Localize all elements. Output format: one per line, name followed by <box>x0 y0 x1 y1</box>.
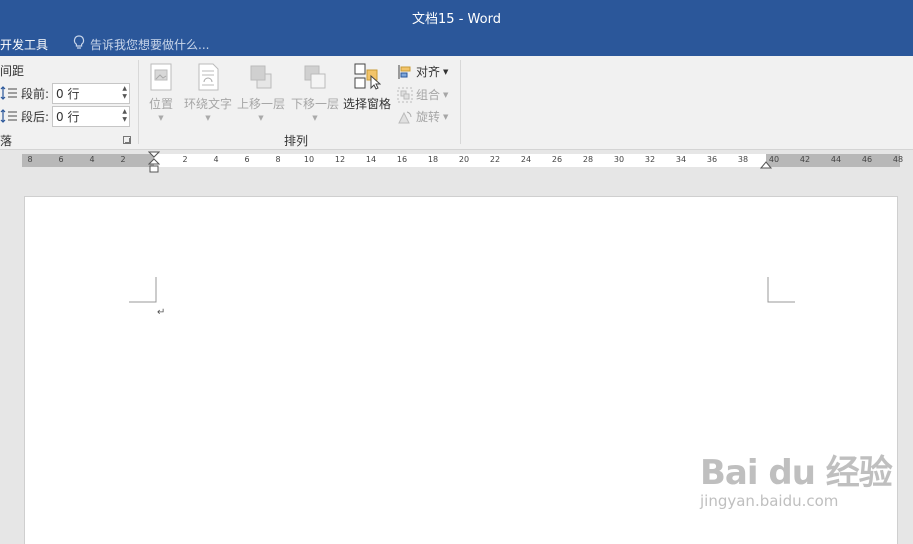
ruler-tick-label: 22 <box>489 155 501 164</box>
group-objects-icon <box>397 87 413 103</box>
spacing-before-row: 段前: 0 行 ▲ ▼ <box>0 83 131 104</box>
ruler-tick-label: 28 <box>582 155 594 164</box>
bring-forward-button[interactable]: 上移一层 ▼ <box>236 62 286 122</box>
ruler-tick-label: 20 <box>458 155 470 164</box>
position-icon <box>147 62 175 92</box>
chevron-down-icon: ▼ <box>158 114 164 122</box>
space-after-label: 段后: <box>21 110 50 124</box>
ruler-tick-label: 38 <box>737 155 749 164</box>
ruler-tick-label: 42 <box>799 155 811 164</box>
position-button[interactable]: 位置 ▼ <box>146 62 176 122</box>
bring-forward-icon <box>247 62 275 92</box>
wrap-text-label: 环绕文字 <box>183 97 232 111</box>
selection-pane-label: 选择窗格 <box>342 97 391 111</box>
send-backward-label: 下移一层 <box>290 97 339 111</box>
baidu-watermark: Bai du 经验 jingyan.baidu.com <box>700 445 893 510</box>
space-after-icon <box>0 108 18 126</box>
wrap-text-icon <box>194 62 222 92</box>
ruler-tick-label: 8 <box>275 155 281 164</box>
space-before-label: 段前: <box>21 87 50 101</box>
space-before-spinner[interactable]: 0 行 ▲ ▼ <box>52 83 131 104</box>
margin-corner-top-left <box>129 277 157 303</box>
ruler-tick-label: 14 <box>365 155 377 164</box>
window-title: 文档15 - Word <box>412 12 501 27</box>
ruler-left-margin <box>22 154 154 167</box>
tell-me-placeholder: 告诉我您想要做什么... <box>90 37 210 52</box>
chevron-down-icon: ▼ <box>312 114 318 122</box>
title-bar: 文档15 - Word <box>0 0 913 32</box>
watermark-url: jingyan.baidu.com <box>700 492 839 510</box>
lightbulb-icon <box>72 35 86 53</box>
ruler-tick-label: 24 <box>520 155 532 164</box>
group-button[interactable]: 组合 ▼ <box>397 86 448 103</box>
position-label: 位置 <box>148 97 173 111</box>
ruler-tick-label: 30 <box>613 155 625 164</box>
ruler-tick-label: 4 <box>89 155 95 164</box>
ruler-tick-label: 32 <box>644 155 656 164</box>
send-backward-button[interactable]: 下移一层 ▼ <box>290 62 340 122</box>
space-after-value: 0 行 <box>56 110 80 124</box>
watermark-brand: Bai du 经验 <box>700 453 893 493</box>
ruler-tick-label: 4 <box>213 155 219 164</box>
spinner-arrows[interactable]: ▲ ▼ <box>122 85 127 101</box>
spinner-arrows[interactable]: ▲ ▼ <box>122 108 127 124</box>
word-window: 文档15 - Word 开发工具 告诉我您想要做什么... 间距 段前: 0 行… <box>0 0 913 544</box>
group-label: 组合 <box>416 88 441 102</box>
margin-corner-top-right <box>767 277 795 303</box>
ruler-tick-label: 48 <box>892 155 904 164</box>
ruler-tick-label: 10 <box>303 155 315 164</box>
chevron-down-icon: ▼ <box>205 114 211 122</box>
ruler-tick-label: 8 <box>27 155 33 164</box>
tab-developer[interactable]: 开发工具 <box>0 36 48 53</box>
spacing-after-row: 段后: 0 行 ▲ ▼ <box>0 106 131 127</box>
ruler-tick-label: 44 <box>830 155 842 164</box>
space-before-value: 0 行 <box>56 87 80 101</box>
ruler-tick-label: 36 <box>706 155 718 164</box>
selection-pane-icon <box>353 62 382 92</box>
bring-forward-label: 上移一层 <box>236 97 285 111</box>
ruler-tick-label: 6 <box>244 155 250 164</box>
indent-markers[interactable] <box>148 151 160 175</box>
paragraph-dialog-launcher[interactable] <box>123 136 131 144</box>
align-label: 对齐 <box>416 65 441 79</box>
rotate-label: 旋转 <box>416 110 441 124</box>
rotate-icon <box>397 109 413 125</box>
horizontal-ruler[interactable]: 8 6 4 2 2 4 6 8 10 12 14 16 18 20 22 24 26 28 30 32 34 36 38 40… <box>22 151 904 173</box>
send-backward-icon <box>301 62 329 92</box>
space-after-spinner[interactable]: 0 行 ▲ ▼ <box>52 106 131 127</box>
ruler-tick-label: 16 <box>396 155 408 164</box>
group-divider <box>460 60 461 144</box>
chevron-down-icon: ▼ <box>258 114 264 122</box>
align-button[interactable]: 对齐 ▼ <box>397 63 448 80</box>
tell-me-search[interactable]: 告诉我您想要做什么... <box>72 35 209 53</box>
space-before-icon <box>0 85 18 103</box>
ribbon-layout: 间距 段前: 0 行 ▲ ▼ 段后: 0 行 ▲ ▼ 落 位置 ▼ 环绕文字 ▼… <box>0 56 913 150</box>
ruler-tick-label: 40 <box>768 155 780 164</box>
paragraph-mark: ↵ <box>157 307 166 318</box>
spacing-title: 间距 <box>0 64 25 78</box>
chevron-down-icon: ▼ <box>443 112 449 121</box>
ribbon-tab-row: 开发工具 告诉我您想要做什么... <box>0 32 913 56</box>
ruler-tick-label: 6 <box>58 155 64 164</box>
ruler-tick-label: 2 <box>182 155 188 164</box>
align-icon <box>397 64 413 80</box>
ruler-tick-label: 2 <box>120 155 126 164</box>
ruler-tick-label: 12 <box>334 155 346 164</box>
group-divider <box>138 60 139 144</box>
chevron-down-icon: ▼ <box>443 67 449 76</box>
chevron-down-icon: ▼ <box>443 90 449 99</box>
ruler-tick-label: 26 <box>551 155 563 164</box>
selection-pane-button[interactable]: 选择窗格 <box>342 62 392 112</box>
paragraph-group-label: 落 <box>0 134 13 148</box>
wrap-text-button[interactable]: 环绕文字 ▼ <box>183 62 233 122</box>
rotate-button[interactable]: 旋转 ▼ <box>397 108 448 125</box>
ruler-tick-label: 18 <box>427 155 439 164</box>
arrange-group-label: 排列 <box>284 134 309 148</box>
ruler-tick-label: 46 <box>861 155 873 164</box>
ruler-tick-label: 34 <box>675 155 687 164</box>
